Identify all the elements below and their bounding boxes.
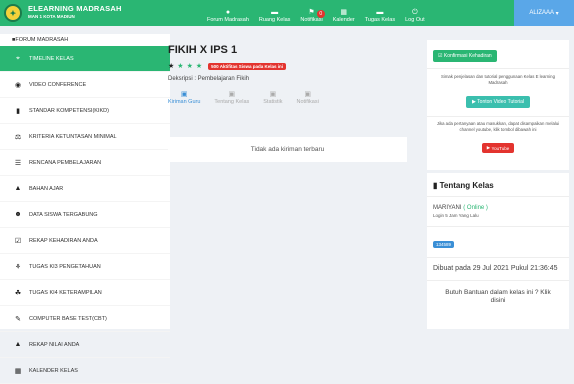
sidebar-item-standar-kompetensi[interactable]: ▮ STANDAR KOMPETENSI(KIKD) — [0, 98, 170, 124]
book-icon: ▮ — [16, 107, 20, 115]
notification-badge: 0 — [316, 10, 325, 18]
sidebar-item-rekap-kehadiran[interactable]: ☑ REKAP KEHADIRAN ANDA — [0, 228, 170, 254]
nav-forum-madrasah[interactable]: ● Forum Madrasah — [207, 9, 249, 26]
star-icon: ★ — [195, 63, 203, 70]
info-card: ☑ Konfirmasi Kehadiran Simak penjelasan … — [427, 40, 569, 170]
brand-subtitle: MAN 1 KOTA MADIUN — [28, 14, 75, 19]
sidebar-item-video-conference[interactable]: ◉ VIDEO CONFERENCE — [0, 72, 170, 98]
class-code-badge: 134589 — [433, 241, 455, 248]
youtube-button[interactable]: ▶ YouTube — [481, 143, 515, 153]
book-icon: ▮ — [433, 181, 440, 190]
top-nav: ● Forum Madrasah ▬ Ruang Kelas ⚑ 0 Notif… — [202, 0, 430, 26]
brand-title: ELEARNING MADRASAH — [28, 4, 122, 13]
rss-icon: ⌖ — [16, 54, 20, 62]
calendar-icon: ▦ — [14, 367, 22, 375]
sidebar-item-cbt[interactable]: ✎ COMPUTER BASE TEST(CBT) — [0, 306, 170, 332]
madrasah-logo-icon: ✦ — [4, 4, 22, 22]
online-status: ( Online ) — [463, 205, 488, 211]
activity-badge: 500 Aktifitas Siswa pada Kelas ini — [208, 62, 286, 70]
bell-icon: ⚑ — [308, 9, 315, 16]
course-description: Deksripsi : Pembelajaran Fikih — [168, 76, 250, 82]
nav-ruang-kelas[interactable]: ▬ Ruang Kelas — [259, 9, 291, 26]
star-icon: ★ — [168, 63, 175, 70]
tutorial-text: Simak penjelasan dan tutorial penggunaan… — [441, 74, 555, 85]
sidebar-item-tugas-ki3[interactable]: ⚘ TUGAS KI3 PENGETAHUAN — [0, 254, 170, 280]
monitor-icon: ▬ — [271, 9, 279, 16]
course-tabs: ▣ Kiriman Guru ▣ Tentang Kelas ▣ Statist… — [168, 91, 333, 105]
nav-tugas-kelas[interactable]: ▬ Tugas Kelas — [365, 9, 395, 26]
tab-kiriman-guru[interactable]: ▣ Kiriman Guru — [168, 91, 200, 105]
sidebar-item-kkm[interactable]: ⚖ KRITERIA KETUNTASAN MINIMAL — [0, 124, 170, 150]
rating-stars: ★ ★ ★ ★ 500 Aktifitas Siswa pada Kelas i… — [168, 62, 286, 70]
tab-tentang-kelas[interactable]: ▣ Tentang Kelas — [214, 91, 249, 105]
help-link[interactable]: Butuh Bantuan dalam kelas ini ? Klik dis… — [427, 281, 569, 313]
checkbox-icon: ☑ — [14, 237, 22, 245]
chat-icon: ● — [225, 9, 231, 16]
users-icon: ☻ — [14, 211, 22, 218]
watch-tutorial-button[interactable]: ▶ Tonton Video Tutorial — [465, 96, 531, 108]
window-icon: ▣ — [180, 91, 188, 98]
question-text: Jika ada pertanyaan atau masukkan, dapat… — [436, 121, 560, 132]
user-menu[interactable]: ALIZAAA ▾ — [514, 0, 574, 26]
nav-notifikasi[interactable]: ⚑ 0 Notifikasi — [300, 9, 325, 26]
folder-icon: ▬ — [376, 9, 384, 16]
window-icon: ▣ — [269, 91, 277, 98]
tab-statistik[interactable]: ▣ Statistik — [263, 91, 282, 105]
sidebar-item-rencana-pembelajaran[interactable]: ☰ RENCANA PEMBELAJARAN — [0, 150, 170, 176]
nav-log-out[interactable]: ⏻ Log Out — [405, 9, 425, 26]
brain-icon: ⚘ — [14, 263, 22, 271]
list-icon: ☰ — [14, 159, 22, 167]
sidebar: ■ FORUM MADRASAH ⌖ TIMELINE KELAS ◉ VIDE… — [0, 34, 170, 384]
window-icon: ▣ — [304, 91, 311, 98]
sidebar-item-timeline-kelas[interactable]: ⌖ TIMELINE KELAS — [0, 46, 170, 72]
sidebar-item-kalender-kelas[interactable]: ▦ KALENDER KELAS — [0, 358, 170, 384]
sidebar-item-bahan-ajar[interactable]: ▲ BAHAN AJAR — [0, 176, 170, 202]
folder-open-icon: ▲ — [14, 185, 22, 192]
sidebar-item-forum-madrasah[interactable]: ■ FORUM MADRASAH — [0, 34, 170, 46]
power-icon: ⏻ — [412, 9, 418, 16]
graduation-icon: ▲ — [14, 341, 22, 348]
balance-icon: ⚖ — [14, 133, 22, 141]
edit-icon: ✎ — [15, 315, 21, 323]
calendar-icon: ▦ — [340, 9, 348, 16]
window-icon: ▣ — [228, 91, 236, 98]
nav-kalender[interactable]: ▦ Kalender — [333, 9, 355, 26]
chevron-down-icon: ▾ — [554, 10, 559, 17]
empty-posts-text: Tidak ada kiriman terbaru — [250, 146, 325, 153]
about-class-card: ▮ Tentang Kelas MARIYANI ( Online ) Logi… — [427, 173, 569, 329]
user-name: ALIZAAA — [529, 10, 554, 16]
empty-posts-box: Tidak ada kiriman terbaru — [168, 137, 407, 162]
confirm-attendance-button[interactable]: ☑ Konfirmasi Kehadiran — [433, 50, 497, 62]
sidebar-item-tugas-ki4[interactable]: ☘ TUGAS KI4 KETERAMPILAN — [0, 280, 170, 306]
skill-icon: ☘ — [14, 289, 22, 297]
last-login: Login 5 Jam Yang Lalu — [433, 213, 479, 218]
course-title: FIKIH X IPS 1 — [168, 44, 238, 56]
created-at: Dibuat pada 29 Jul 2021 Pukul 21:36:45 — [433, 265, 558, 272]
tab-notifikasi[interactable]: ▣ Notifikasi — [297, 91, 319, 105]
teacher-name[interactable]: MARIYANI ( Online ) — [427, 197, 569, 213]
star-icon: ★ — [177, 63, 184, 70]
brand[interactable]: ✦ ELEARNING MADRASAH MAN 1 KOTA MADIUN — [0, 4, 150, 22]
sidebar-item-data-siswa[interactable]: ☻ DATA SISWA TERGABUNG — [0, 202, 170, 228]
sidebar-item-rekap-nilai[interactable]: ▲ REKAP NILAI ANDA — [0, 332, 170, 358]
star-icon: ★ — [186, 63, 193, 70]
about-class-title: ▮ Tentang Kelas — [433, 181, 494, 190]
camera-icon: ◉ — [14, 81, 22, 89]
top-navbar: ✦ ELEARNING MADRASAH MAN 1 KOTA MADIUN ●… — [0, 0, 574, 26]
